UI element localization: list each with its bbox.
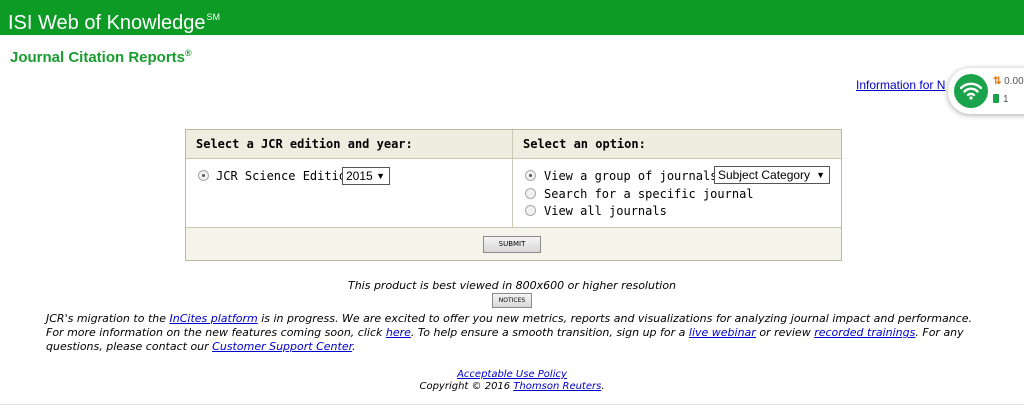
- option-radio-group[interactable]: [525, 170, 536, 181]
- option-radio-all[interactable]: [525, 205, 536, 216]
- recorded-trainings-link[interactable]: recorded trainings: [814, 326, 915, 339]
- device-count: 1: [993, 94, 1009, 105]
- edition-label: JCR Science Edition: [216, 169, 354, 183]
- acceptable-use-row: Acceptable Use Policy: [0, 369, 1024, 380]
- brand-logo[interactable]: ISI Web of KnowledgeSM: [8, 5, 220, 35]
- speed-readout: ⇅ 0.00: [993, 76, 1024, 87]
- information-link[interactable]: Information for N: [856, 78, 945, 92]
- option-header: Select an option:: [513, 130, 841, 159]
- phone-icon: [993, 94, 999, 103]
- submit-button[interactable]: SUBMIT: [483, 236, 541, 253]
- option-column: View a group of journals by Subject Cate…: [513, 159, 841, 227]
- edition-radio[interactable]: [198, 170, 209, 181]
- option-radio-search[interactable]: [525, 188, 536, 199]
- group-by-value: Subject Category: [718, 168, 811, 182]
- acceptable-use-link[interactable]: Acceptable Use Policy: [457, 369, 567, 380]
- group-by-select[interactable]: Subject Category ▼: [714, 166, 830, 184]
- page-title: Journal Citation Reports®: [10, 48, 192, 66]
- top-banner: ISI Web of KnowledgeSM: [0, 0, 1024, 35]
- resolution-note: This product is best viewed in 800x600 o…: [347, 279, 677, 292]
- live-webinar-link[interactable]: live webinar: [689, 326, 756, 339]
- year-value: 2015: [346, 169, 373, 183]
- incites-platform-link[interactable]: InCites platform: [170, 312, 258, 325]
- jcr-selection-form: Select a JCR edition and year: Select an…: [185, 129, 842, 261]
- year-select[interactable]: 2015 ▼: [342, 167, 390, 185]
- edition-column: JCR Science Edition 2015 ▼: [186, 159, 513, 227]
- here-link[interactable]: here: [386, 326, 411, 339]
- wifi-icon: [954, 74, 988, 108]
- dropdown-arrow-icon: ▼: [816, 170, 825, 180]
- bottom-divider: [0, 404, 1024, 405]
- option-label-search: Search for a specific journal: [544, 187, 754, 201]
- dropdown-arrow-icon: ▼: [376, 171, 385, 181]
- product-title: Journal Citation Reports: [10, 49, 186, 66]
- product-registered-mark: ®: [185, 48, 192, 58]
- thomson-reuters-link[interactable]: Thomson Reuters: [513, 381, 601, 392]
- option-label-group: View a group of journals by: [544, 169, 740, 183]
- network-speed-widget[interactable]: ⇅ 0.00 1: [948, 68, 1024, 114]
- up-down-arrows-icon: ⇅: [993, 76, 1002, 87]
- brand-service-mark: SM: [206, 12, 221, 22]
- brand-name: ISI Web of Knowledge: [8, 12, 206, 34]
- migration-notice: JCR's migration to the InCites platform …: [46, 312, 972, 353]
- option-label-all: View all journals: [544, 204, 667, 218]
- customer-support-link[interactable]: Customer Support Center: [212, 340, 352, 353]
- copyright: Copyright © 2016 Thomson Reuters.: [419, 381, 605, 392]
- notices-button[interactable]: NOTICES: [492, 293, 532, 308]
- edition-header: Select a JCR edition and year:: [186, 130, 513, 159]
- submit-row: SUBMIT: [186, 227, 841, 260]
